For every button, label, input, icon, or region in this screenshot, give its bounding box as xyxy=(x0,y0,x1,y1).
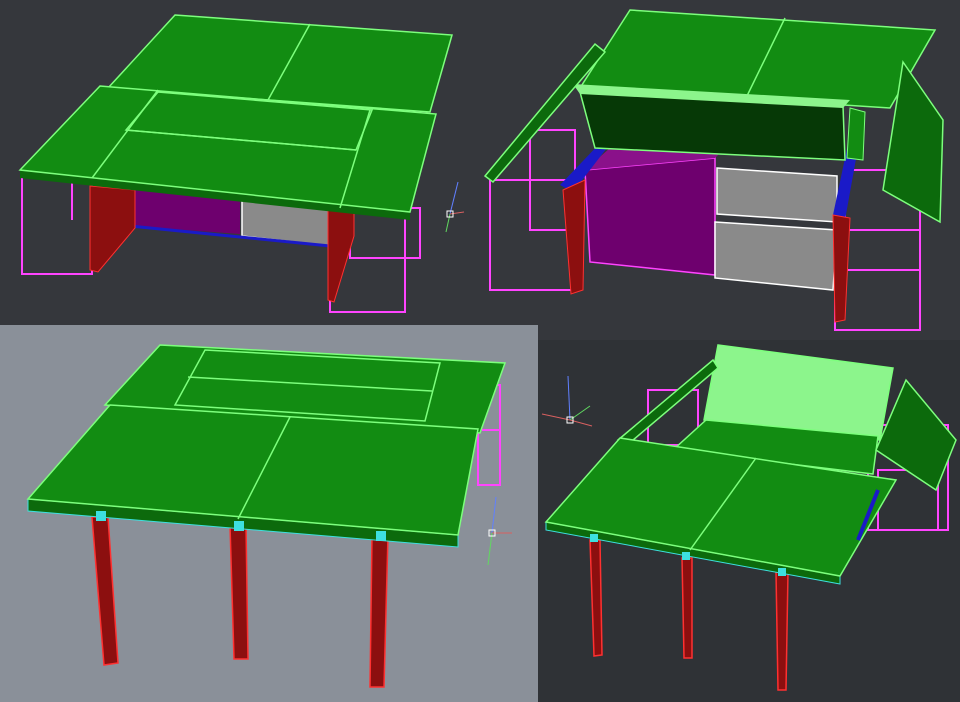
gray-drawer-upper xyxy=(716,167,838,223)
leg-center xyxy=(229,524,249,660)
viewport-top-right[interactable] xyxy=(465,0,960,340)
side-flap-right-thin xyxy=(846,107,866,161)
purple-storage-box xyxy=(584,157,716,276)
leg-right xyxy=(775,571,789,691)
cad-multi-viewport xyxy=(0,0,960,702)
viewport-bottom-left[interactable] xyxy=(0,325,538,702)
leg-right xyxy=(369,534,389,688)
viewport-top-left[interactable] xyxy=(0,0,465,325)
leg-center xyxy=(681,557,693,659)
viewport-canvas[interactable] xyxy=(538,340,960,702)
gray-drawer-lower xyxy=(714,221,838,291)
viewport-canvas[interactable] xyxy=(465,0,960,340)
viewport-canvas[interactable] xyxy=(0,0,465,325)
viewport-bottom-right[interactable] xyxy=(538,340,960,702)
viewport-canvas[interactable] xyxy=(0,325,538,702)
